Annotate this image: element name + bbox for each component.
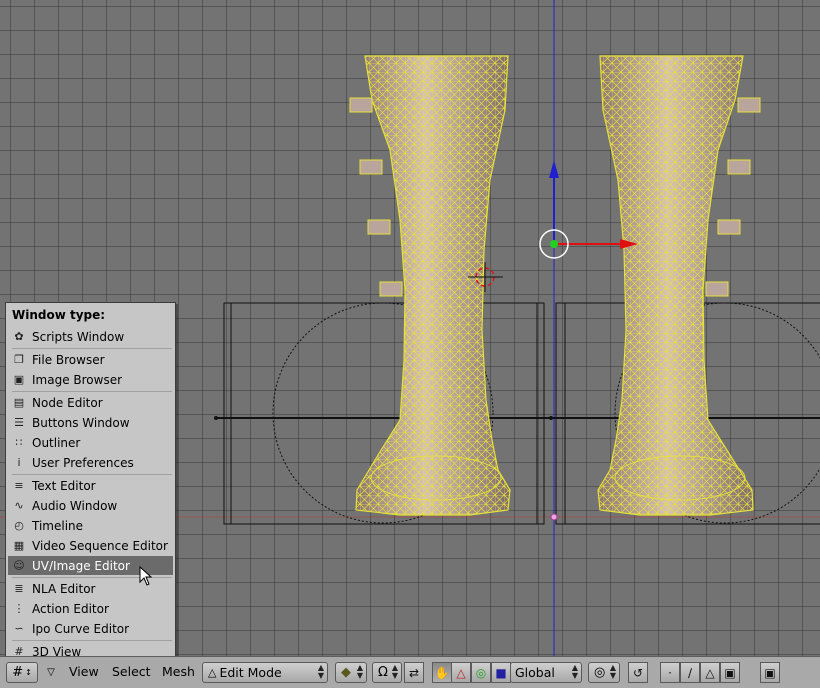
snap-toggle-button[interactable]: ↺ — [628, 662, 648, 683]
mouse-cursor-icon — [139, 566, 153, 586]
manipulator-toggle-button[interactable]: ✋ — [432, 662, 452, 683]
rotate-manipulator-button[interactable]: ◎ — [471, 662, 491, 683]
hand-icon: ✋ — [434, 665, 450, 680]
3d-view-icon: # — [14, 644, 24, 657]
cube-icon: ▣ — [724, 665, 736, 680]
pivot-icon: Ω — [378, 665, 388, 680]
face-select-button[interactable]: △ — [700, 662, 720, 683]
mode-select[interactable]: △ Edit Mode ▲ ▼ — [202, 662, 328, 683]
outliner-icon: ∷ — [15, 435, 23, 449]
vertex-select-icon: ⋅ — [668, 665, 672, 680]
chevron-updown-icon: ↕ — [25, 668, 32, 677]
audio-window-icon: ∿ — [14, 498, 24, 512]
left-boot-mesh — [349, 55, 511, 516]
triangle-icon: △ — [456, 665, 466, 680]
menu-item-image-browser[interactable]: ▣ Image Browser — [8, 370, 173, 389]
render-preview-button[interactable]: ▣ — [760, 662, 780, 683]
menu-item-ipo-curve-editor[interactable]: ∽ Ipo Curve Editor — [8, 619, 173, 638]
vertex-select-button[interactable]: ⋅ — [660, 662, 680, 683]
nla-editor-icon: ≣ — [14, 581, 24, 595]
user-preferences-icon: i — [17, 455, 21, 469]
translate-manipulator-button[interactable]: △ — [451, 662, 471, 683]
proportional-edit-button[interactable]: ⇄ — [404, 662, 424, 683]
render-icon: ▣ — [764, 665, 776, 680]
ipo-curve-editor-icon: ∽ — [14, 621, 24, 635]
menu-item-buttons-window[interactable]: ☰ Buttons Window — [8, 413, 173, 432]
buttons-window-icon: ☰ — [14, 415, 24, 429]
magnet-icon: ↺ — [632, 665, 644, 680]
sequence-editor-icon: ▦ — [13, 538, 25, 552]
menu-item-node-editor[interactable]: ▤ Node Editor — [8, 393, 173, 412]
menu-item-scripts-window[interactable]: ✿ Scripts Window — [8, 327, 173, 346]
menu-item-outliner[interactable]: ∷ Outliner — [8, 433, 173, 452]
target-icon: ◎ — [594, 665, 606, 680]
scripts-icon: ✿ — [14, 329, 24, 343]
chevron-updown-icon: ▲ ▼ — [317, 663, 324, 680]
menu-item-audio-window[interactable]: ∿ Audio Window — [8, 496, 173, 515]
pivot-select[interactable]: Ω ▲ ▼ — [372, 662, 402, 683]
resize-arrows-icon: ⇄ — [408, 665, 420, 680]
square-icon: ■ — [495, 665, 507, 680]
window-type-menu: Window type: ✿ Scripts Window ❐ File Bro… — [5, 302, 176, 656]
chevron-updown-icon: ▲ ▼ — [571, 663, 578, 680]
menu-item-3d-view[interactable]: # 3D View — [8, 642, 173, 657]
menu-item-timeline[interactable]: ◴ Timeline — [8, 516, 173, 535]
menu-item-text-editor[interactable]: ≡ Text Editor — [8, 476, 173, 495]
ring-icon: ◎ — [475, 665, 487, 680]
menu-title: Window type: — [12, 308, 106, 322]
menu-item-action-editor[interactable]: ⋮ Action Editor — [8, 599, 173, 618]
draw-type-select[interactable]: ◆ ▲ ▼ — [335, 662, 367, 683]
right-boot-mesh — [597, 55, 761, 516]
menu-item-user-preferences[interactable]: i User Preferences — [8, 453, 173, 472]
menu-view[interactable]: View — [69, 664, 99, 679]
occlude-geometry-button[interactable]: ▣ — [720, 662, 740, 683]
mode-label: Edit Mode — [219, 665, 282, 680]
3d-viewport[interactable]: Window type: ✿ Scripts Window ❐ File Bro… — [0, 0, 820, 656]
orientation-select[interactable]: Global ▲ ▼ — [510, 662, 582, 683]
timeline-icon: ◴ — [14, 518, 24, 532]
snap-select[interactable]: ◎ ▲ ▼ — [588, 662, 620, 683]
window-type-button[interactable]: # ↕ — [6, 662, 38, 683]
action-editor-icon: ⋮ — [13, 601, 25, 615]
edit-mode-icon: △ — [208, 666, 217, 679]
edge-select-icon: ∕ — [687, 665, 693, 680]
3d-view-grid-icon: # — [12, 665, 24, 680]
menu-select[interactable]: Select — [112, 664, 151, 679]
image-browser-icon: ▣ — [13, 372, 25, 386]
orientation-label: Global — [515, 665, 555, 680]
collapse-menus-icon[interactable]: ▽ — [44, 664, 58, 680]
menu-item-video-sequence-editor[interactable]: ▦ Video Sequence Editor — [8, 536, 173, 555]
text-editor-icon: ≡ — [14, 478, 24, 492]
face-select-icon: △ — [705, 665, 715, 680]
scale-manipulator-button[interactable]: ■ — [491, 662, 511, 683]
menu-item-file-browser[interactable]: ❐ File Browser — [8, 350, 173, 369]
menu-mesh[interactable]: Mesh — [162, 664, 195, 679]
shading-icon: ◆ — [341, 665, 351, 680]
node-editor-icon: ▤ — [13, 395, 25, 409]
3d-view-header: # ↕ ▽ View Select Mesh △ Edit Mode ▲ ▼ ◆ … — [0, 656, 820, 688]
edge-select-button[interactable]: ∕ — [680, 662, 700, 683]
uv-image-editor-icon: ☺ — [13, 558, 25, 572]
file-browser-icon: ❐ — [14, 352, 24, 366]
